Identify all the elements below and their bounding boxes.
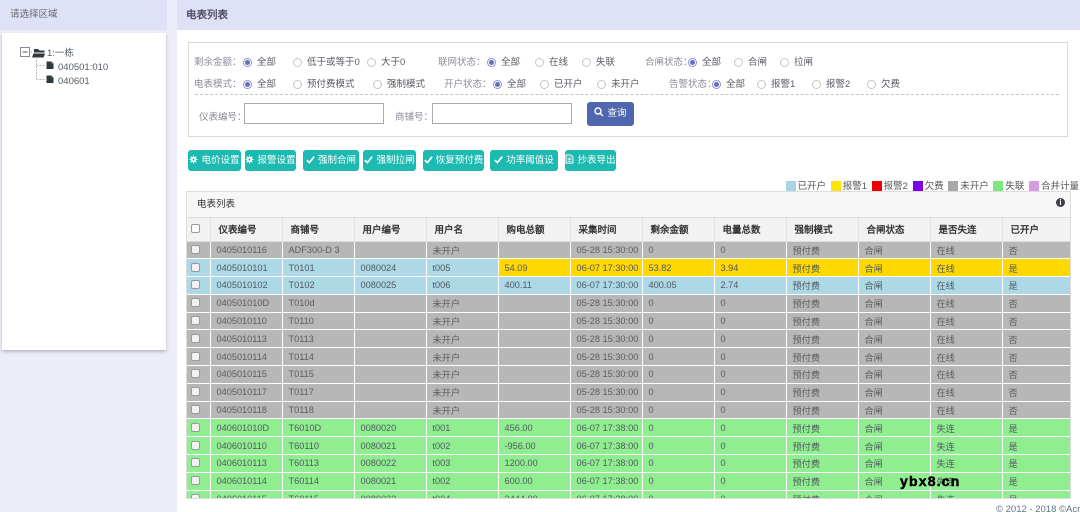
svg-text:040501:010: 040501:010	[58, 62, 108, 73]
svg-text:1:一栋: 1:一栋	[47, 47, 74, 59]
svg-text:040601: 040601	[58, 76, 90, 87]
